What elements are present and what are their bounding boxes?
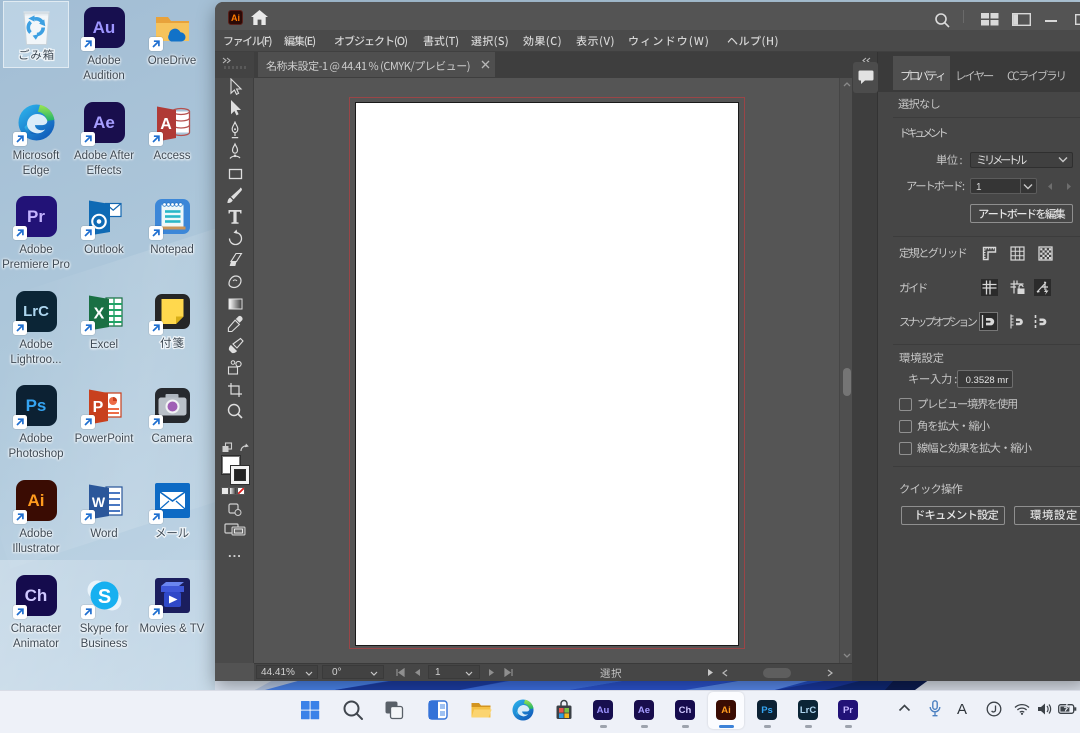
svg-text:S: S	[97, 586, 110, 608]
svg-text:A: A	[160, 116, 172, 133]
svg-text:X: X	[93, 306, 104, 323]
svg-text:W: W	[91, 494, 105, 510]
svg-text:P: P	[92, 399, 103, 416]
